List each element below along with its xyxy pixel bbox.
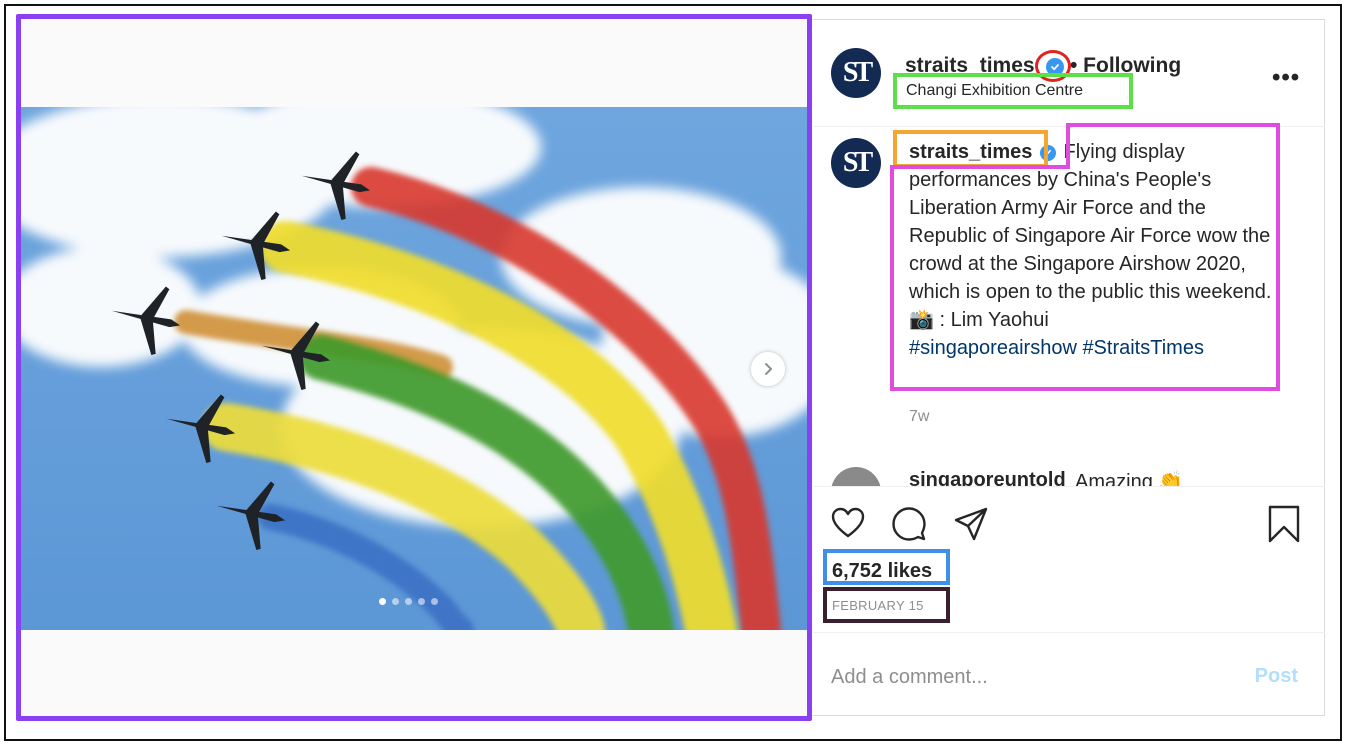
avatar-logo: ST bbox=[842, 57, 873, 88]
add-comment-section: Post bbox=[813, 632, 1325, 717]
commenter-username[interactable]: singaporeuntold bbox=[909, 469, 1066, 487]
location-link[interactable]: Changi Exhibition Centre bbox=[906, 82, 1083, 100]
commenter-avatar[interactable] bbox=[831, 467, 881, 487]
bookmark-icon[interactable] bbox=[1268, 505, 1300, 548]
comment-text: Amazing 👏 bbox=[1075, 471, 1184, 487]
avatar[interactable]: ST bbox=[831, 48, 881, 98]
post-header: ST straits_times • Following Changi Exhi… bbox=[813, 20, 1325, 127]
post-date: FEBRUARY 15 bbox=[832, 598, 924, 613]
heart-icon[interactable] bbox=[831, 507, 865, 544]
avatar-logo: ST bbox=[842, 147, 873, 178]
comment-input[interactable] bbox=[831, 663, 1211, 691]
post-time: 7w bbox=[909, 408, 930, 425]
comment-item: singaporeuntold Amazing 👏 bbox=[813, 463, 1325, 487]
comment-icon[interactable] bbox=[892, 507, 926, 546]
more-options-icon[interactable]: ••• bbox=[1272, 64, 1300, 92]
post-comment-button[interactable]: Post bbox=[1255, 665, 1298, 688]
caption-avatar[interactable]: ST bbox=[831, 138, 881, 188]
verified-badge-icon bbox=[1046, 58, 1064, 76]
likes-count[interactable]: 6,752 likes bbox=[832, 560, 932, 583]
share-icon[interactable] bbox=[954, 507, 988, 546]
caption-highlight-box bbox=[890, 123, 1280, 391]
media-highlight-box bbox=[16, 14, 812, 721]
header-username[interactable]: straits_times bbox=[905, 54, 1035, 78]
following-button[interactable]: • Following bbox=[1070, 54, 1181, 78]
